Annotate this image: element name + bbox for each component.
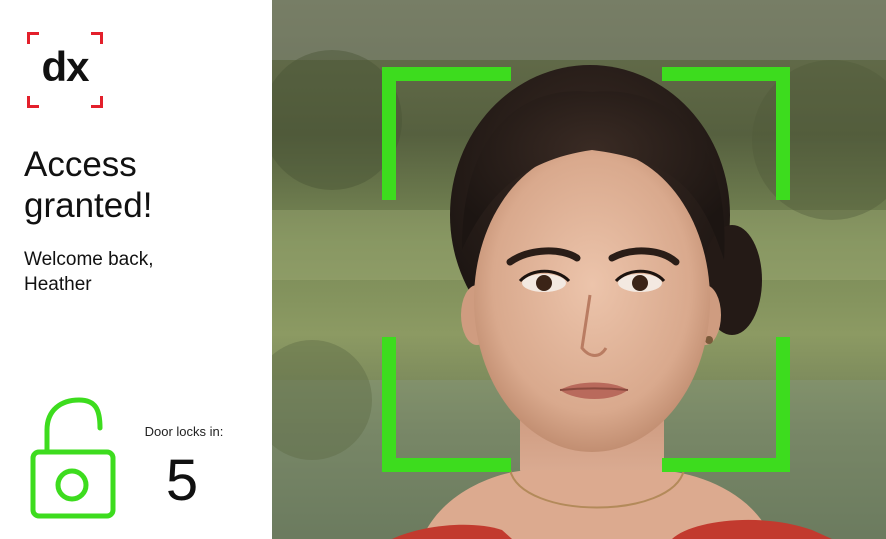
access-status-heading: Access granted! <box>24 145 153 225</box>
camera-feed <box>272 0 886 539</box>
logo-text: dx <box>41 43 89 90</box>
brand-logo: dx <box>27 32 103 108</box>
logo-corner <box>27 96 39 108</box>
welcome-message: Welcome back, Heather <box>24 247 264 297</box>
camera-image <box>272 0 886 539</box>
unlocked-padlock-icon <box>30 396 116 520</box>
user-name: Heather <box>24 274 92 295</box>
countdown-value: 5 <box>165 448 199 513</box>
welcome-line: Welcome back, <box>24 249 154 270</box>
status-panel: dx Access granted! Welcome back, Heather… <box>0 0 272 539</box>
logo-corner <box>91 96 103 108</box>
countdown-label: Door locks in: <box>144 424 224 439</box>
